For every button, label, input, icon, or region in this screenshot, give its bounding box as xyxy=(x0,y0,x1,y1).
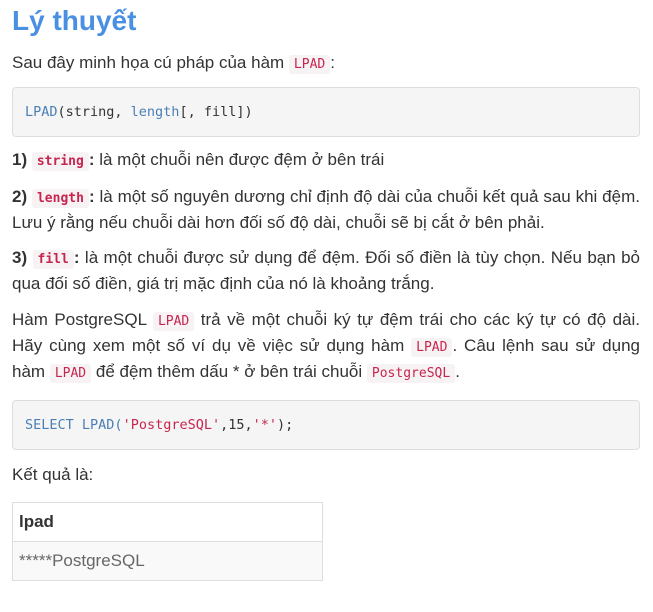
param-length: 2) length: là một số nguyên dương chỉ đị… xyxy=(12,187,640,232)
table-cell: *****PostgreSQL xyxy=(12,541,323,581)
inline-code-string: string xyxy=(31,152,89,171)
description-paragraph: Hàm PostgreSQL LPAD trả về một chuỗi ký … xyxy=(12,310,640,383)
table-header-row: lpad xyxy=(12,502,323,542)
result-table: lpad *****PostgreSQL xyxy=(12,502,323,581)
inline-code-lpad: LPAD xyxy=(152,312,195,331)
inline-code-fill: fill xyxy=(32,250,74,269)
inline-code-length: length xyxy=(31,189,89,208)
page-title: Lý thuyết xyxy=(12,5,137,36)
content: Lý thuyết Sau đây minh họa cú pháp của h… xyxy=(0,0,653,581)
table-row: *****PostgreSQL xyxy=(12,541,323,581)
inline-code-lpad: LPAD xyxy=(288,55,331,74)
inline-code-lpad: LPAD xyxy=(411,338,453,357)
param-fill: 3) fill: là một chuỗi được sử dụng để đệ… xyxy=(12,248,640,293)
result-label: Kết quả là: xyxy=(12,465,94,484)
syntax-code-block[interactable]: LPAD(string, length[, fill]) xyxy=(12,87,640,137)
inline-code-lpad: LPAD xyxy=(49,364,92,383)
example-code-block[interactable]: SELECT LPAD('PostgreSQL',15,'*'); xyxy=(12,400,640,450)
inline-code-postgresql: PostgreSQL xyxy=(366,364,456,383)
column-header-lpad: lpad xyxy=(12,502,323,542)
param-string: 1) string: là một chuỗi nên được đệm ở b… xyxy=(12,150,385,171)
intro-paragraph: Sau đây minh họa cú pháp của hàm LPAD: xyxy=(12,53,335,74)
